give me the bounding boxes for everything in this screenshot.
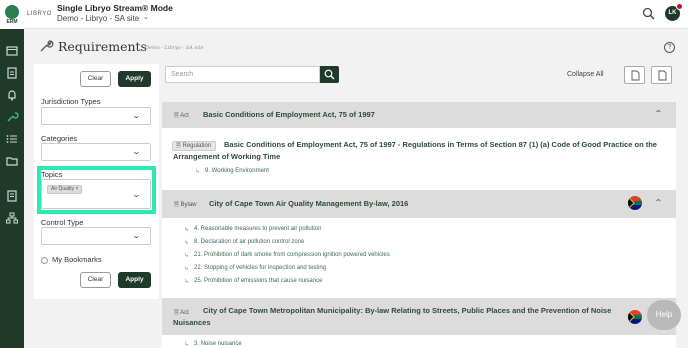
site-selector[interactable]: Demo - Libryo - SA site [57,14,139,23]
erm-logo[interactable]: ERM [0,0,24,29]
doc-type-badge: 🗎 Bylaw [174,202,197,208]
spreadsheet-file-icon [658,70,667,81]
categories-label: Categories [41,134,78,143]
search-input[interactable]: Search [165,66,320,83]
regulation-badge: 🗎 Regulation [172,141,216,151]
south-africa-flag-icon [628,196,642,210]
chevron-down-icon: ⌄ [131,111,142,120]
doc-type-badge: 🗎 Act [174,113,189,119]
sub-doc-title[interactable]: Basic Conditions of Employment Act, 75 o… [173,139,663,163]
collapse-all-link[interactable]: Collapse All [567,71,604,78]
requirement-link[interactable]: 4. Reasonable measures to prevent air po… [194,226,321,232]
checklist-icon[interactable] [5,132,19,146]
control-type-label: Control Type [41,218,84,227]
requirement-link[interactable]: 3. Noise nuisance [194,341,242,347]
requirement-link[interactable]: 22. Stopping of vehicles for inspection … [194,265,326,271]
bookmarks-label: My Bookmarks [52,255,102,264]
logo-text: ERM [6,19,18,25]
chevron-up-icon[interactable]: ⌃ [654,109,663,118]
app-root: ERM LIBRYO Single Libryo Stream® Mode De… [0,0,688,348]
apply-button-bottom[interactable]: Apply [118,272,151,288]
apply-button-top[interactable]: Apply [118,71,151,87]
document-list-icon[interactable] [5,189,19,203]
subitem-arrow-icon: ↳ [184,266,190,272]
doc-title[interactable]: Basic Conditions of Employment Act, 75 o… [203,109,375,121]
clipboard-icon[interactable] [5,66,19,80]
south-africa-flag-icon [628,310,642,324]
chevron-down-icon: ⌄ [131,231,142,240]
jurisdiction-types-label: Jurisdiction Types [41,97,101,106]
logo-mark-icon [5,5,19,19]
help-button[interactable]: Help [647,300,681,330]
export-pdf-button[interactable] [624,66,645,84]
top-header: LIBRYO Single Libryo Stream® Mode Demo -… [24,0,688,29]
subitem-arrow-icon: ↳ [184,342,190,348]
requirement-link[interactable]: 21. Prohibition of dark smoke from compr… [194,252,390,258]
pdf-file-icon [631,70,640,81]
export-xls-button[interactable] [651,66,672,84]
result-card-header[interactable]: 🗎 Act City of Cape Town Metropolitan Mun… [162,298,676,335]
subitem-arrow-icon: ↳ [184,240,190,246]
bell-icon[interactable] [5,88,19,102]
org-chart-icon[interactable] [5,211,19,225]
dashboard-icon[interactable] [5,44,19,58]
doc-type-label: Act [180,113,189,119]
jurisdiction-types-select[interactable]: ⌄ [41,107,151,125]
requirement-link[interactable]: 9. Working Environment [205,168,269,174]
chevron-up-icon[interactable]: ⌃ [654,198,663,207]
result-card-header[interactable]: 🗎 Act Basic Conditions of Employment Act… [162,102,676,128]
page-title: Requirements [58,39,147,54]
page-subtitle: Demo - Libryo - SA site [145,45,204,51]
subitem-arrow-icon: ↳ [195,169,201,175]
doc-title[interactable]: City of Cape Town Metropolitan Municipal… [173,305,613,329]
app-mode-title: Single Libryo Stream® Mode [57,3,173,13]
doc-type-label: Bylaw [180,202,197,208]
categories-select[interactable]: ⌄ [41,143,151,161]
chevron-down-icon: ⌄ [131,147,142,156]
result-card-body: ↳ 4. Reasonable measures to prevent air … [162,218,676,298]
requirement-link[interactable]: 8. Declaration of air pollution control … [194,239,304,245]
control-type-select[interactable]: ⌄ [41,227,151,245]
chevron-down-icon[interactable]: ⌄ [143,13,149,21]
topics-highlight-box [37,166,156,214]
requirements-wrench-icon [38,38,54,54]
search-icon[interactable] [642,7,655,20]
result-card-header[interactable]: 🗎 Bylaw City of Cape Town Air Quality Ma… [162,190,676,218]
result-card-body: Basic Conditions of Employment Act, 75 o… [162,128,676,190]
bookmarks-checkbox[interactable] [41,257,48,264]
page-header: Requirements Demo - Libryo - SA site ? [24,29,688,63]
subitem-arrow-icon: ↳ [184,253,190,259]
help-question-icon[interactable]: ? [664,42,675,53]
subitem-arrow-icon: ↳ [184,227,190,233]
left-nav-rail: ERM [0,0,24,348]
result-card-body: ↳ 3. Noise nuisance [162,335,676,348]
doc-title[interactable]: City of Cape Town Air Quality Management… [209,198,408,210]
search-icon [324,69,335,80]
clear-button-top[interactable]: Clear [80,71,111,87]
regulation-label: Regulation [182,143,212,149]
search-button[interactable] [320,66,339,83]
uk-flag-icon [676,3,683,10]
brand-name: LIBRYO [27,11,52,17]
wrench-nav-icon[interactable] [5,110,19,124]
subitem-arrow-icon: ↳ [184,279,190,285]
folder-icon[interactable] [5,154,19,168]
requirement-link[interactable]: 25. Prohibition of emissions that cause … [194,278,322,284]
clear-button-bottom[interactable]: Clear [80,272,111,288]
